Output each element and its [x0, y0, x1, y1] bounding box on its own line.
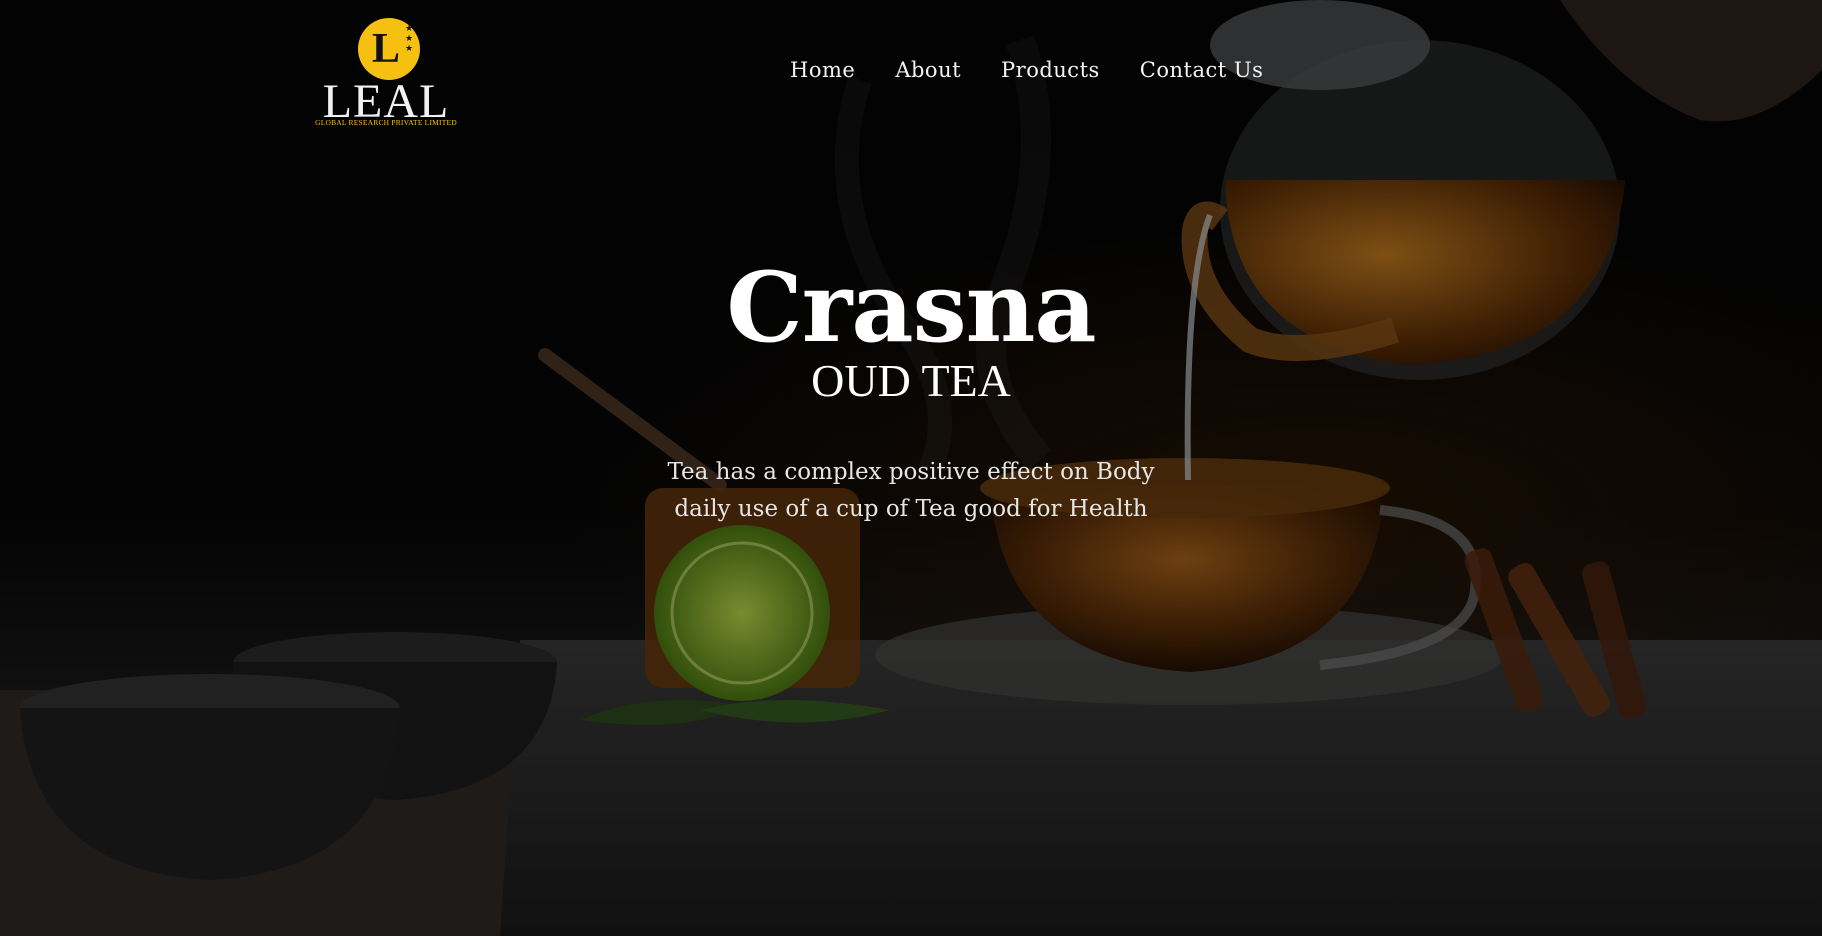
logo-stars-icon: ★ ★ ★ — [404, 24, 414, 54]
hero-description-line-2: daily use of a cup of Tea good for Healt… — [674, 496, 1148, 522]
hero-title: Crasna — [726, 251, 1096, 364]
hero-description: Tea has a complex positive effect on Bod… — [0, 454, 1822, 528]
main-nav: Home About Products Contact Us — [790, 58, 1263, 82]
logo-emblem: L ★ ★ ★ — [358, 18, 420, 80]
nav-item-about[interactable]: About — [895, 58, 961, 82]
brand-logo[interactable]: L ★ ★ ★ LEAL GLOBAL RESEARCH PRIVATE LIMIT… — [310, 18, 462, 130]
hero-description-line-1: Tea has a complex positive effect on Bod… — [667, 459, 1155, 485]
nav-item-home[interactable]: Home — [790, 58, 855, 82]
nav-item-products[interactable]: Products — [1001, 58, 1100, 82]
brand-tagline: GLOBAL RESEARCH PRIVATE LIMITED — [315, 118, 457, 127]
nav-item-contact-us[interactable]: Contact Us — [1140, 58, 1264, 82]
hero-subtitle: OUD TEA — [811, 355, 1011, 406]
